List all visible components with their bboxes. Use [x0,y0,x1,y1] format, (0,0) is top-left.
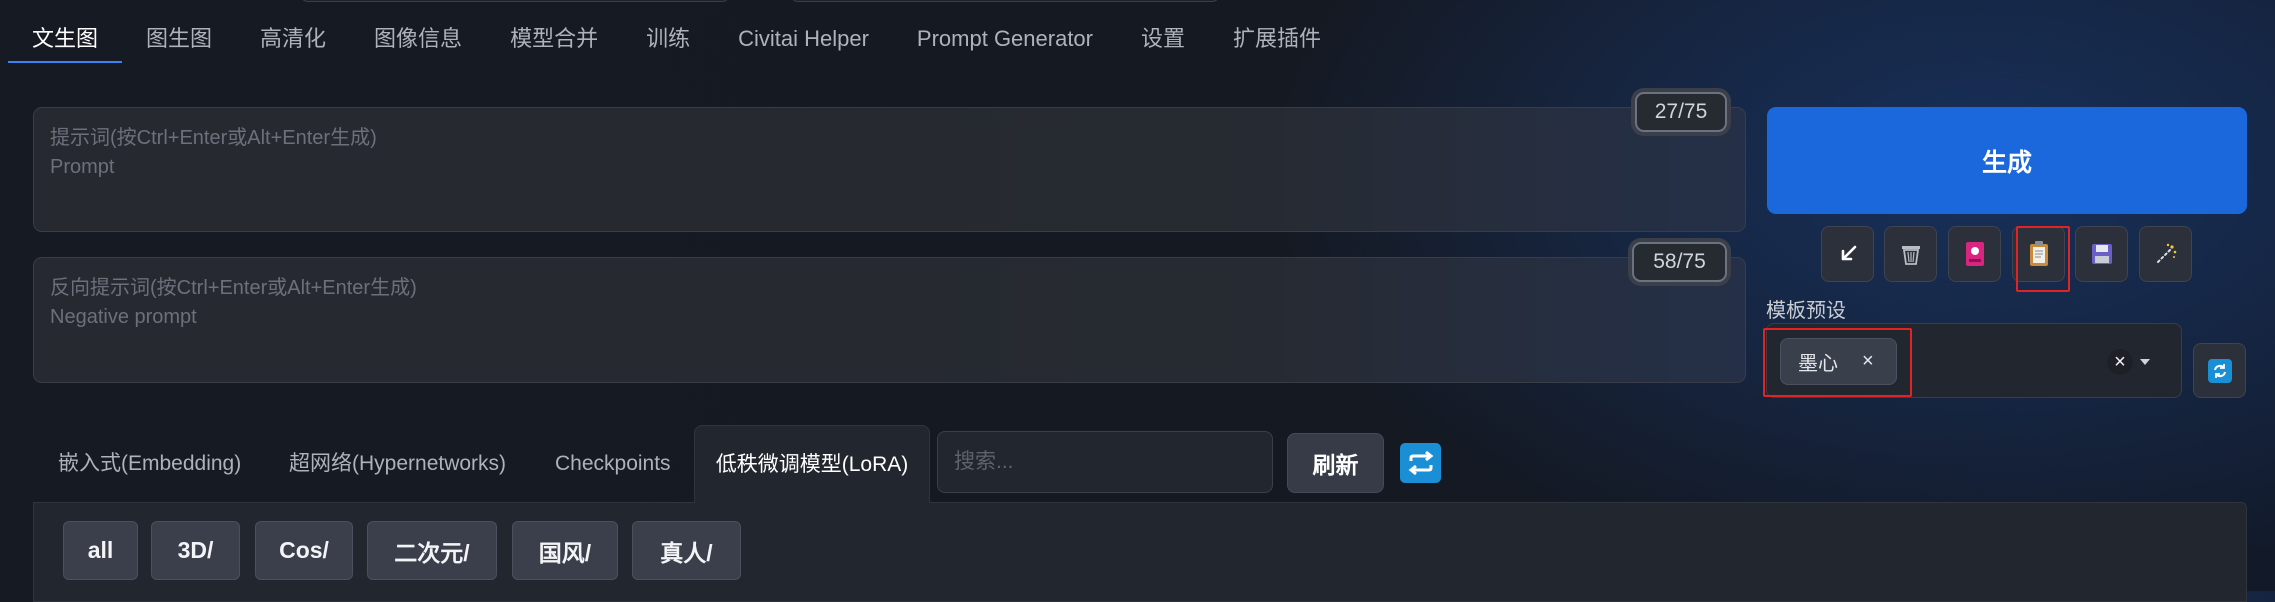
prompt-placeholder-en: Prompt [50,156,115,178]
save-style-button[interactable] [2075,226,2128,282]
main-tabs: 文生图 图生图 高清化 图像信息 模型合并 训练 Civitai Helper … [8,15,1345,63]
refresh-icon [2207,358,2232,383]
refresh-presets-button[interactable] [2193,343,2246,398]
highlight-box-toolbar [2016,226,2070,292]
search-input[interactable]: 搜索... [937,431,1273,493]
negative-prompt-input[interactable]: 反向提示词(按Ctrl+Enter或Alt+Enter生成) Negative … [33,257,1746,383]
magic-prompt-button[interactable] [2139,226,2192,282]
tab-checkpoints[interactable]: Checkpoints [555,425,671,503]
extra-networks-button[interactable] [1948,226,2001,282]
prompt-input[interactable]: 提示词(按Ctrl+Enter或Alt+Enter生成) Prompt [33,107,1746,232]
extra-networks-panel [33,502,2247,602]
arrow-down-left-icon [1841,245,1856,261]
negative-prompt-placeholder-cn: 反向提示词(按Ctrl+Enter或Alt+Enter生成) [50,277,417,299]
tab-settings[interactable]: 设置 [1117,15,1209,63]
filter-3d-button[interactable]: 3D/ [151,521,240,580]
refresh-button[interactable]: 刷新 [1287,433,1384,493]
tab-img2img[interactable]: 图生图 [122,15,236,63]
generate-button[interactable]: 生成 [1767,107,2247,214]
tab-extensions[interactable]: 扩展插件 [1209,15,1345,63]
tab-prompt-generator[interactable]: Prompt Generator [893,15,1117,63]
tab-train[interactable]: 训练 [622,15,714,63]
tab-upscale[interactable]: 高清化 [236,15,350,63]
tab-txt2img[interactable]: 文生图 [8,15,123,63]
prompt-token-counter: 27/75 [1635,92,1727,132]
tab-hypernetworks[interactable]: 超网络(Hypernetworks) [289,425,506,503]
tab-model-merge[interactable]: 模型合并 [486,15,622,63]
negative-prompt-token-counter: 58/75 [1632,242,1727,282]
tab-embedding[interactable]: 嵌入式(Embedding) [58,425,241,503]
clear-icon[interactable]: × [2107,349,2133,375]
chevron-down-icon[interactable] [2140,359,2150,365]
tab-civitai-helper[interactable]: Civitai Helper [714,15,893,63]
filter-real-button[interactable]: 真人/ [632,521,741,580]
filter-anime-button[interactable]: 二次元/ [367,521,497,580]
highlight-box-preset [1763,328,1912,397]
prompt-placeholder-cn: 提示词(按Ctrl+Enter或Alt+Enter生成) [50,127,377,149]
top-control-stub-right [790,0,1220,2]
trash-icon [1901,246,1920,265]
top-control-stub-left [300,0,730,2]
negative-prompt-placeholder-en: Negative prompt [50,306,197,328]
preset-label: 模板预设 [1766,300,1846,322]
image-card-icon [1965,242,1984,266]
clear-prompt-button[interactable] [1884,226,1937,282]
tab-image-info[interactable]: 图像信息 [350,15,486,63]
sync-button[interactable] [1400,443,1441,483]
filter-all-button[interactable]: all [63,521,138,580]
read-params-button[interactable] [1821,226,1874,282]
magic-sparkle-icon [2156,243,2176,263]
filter-guofeng-button[interactable]: 国风/ [512,521,618,580]
save-icon [2091,244,2112,264]
sync-icon [1408,450,1433,476]
tab-lora[interactable]: 低秩微调模型(LoRA) [694,425,930,503]
filter-cos-button[interactable]: Cos/ [255,521,353,580]
